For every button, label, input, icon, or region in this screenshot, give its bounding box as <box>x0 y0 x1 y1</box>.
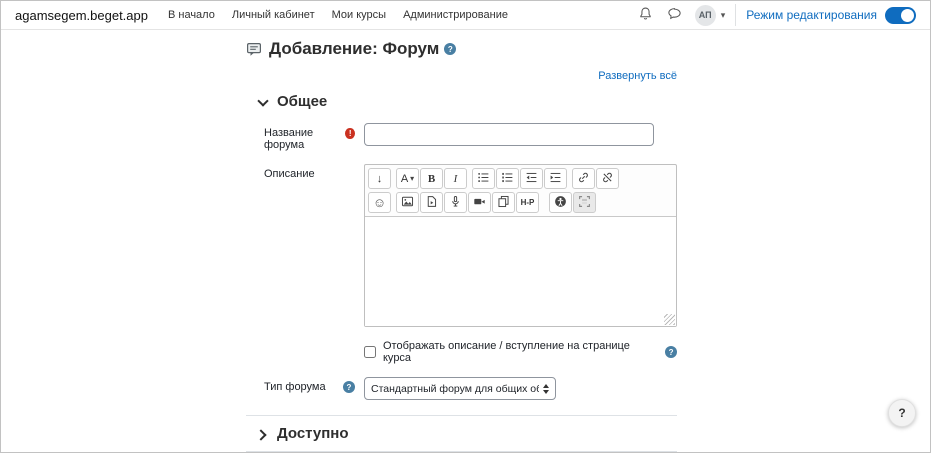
display-description-checkbox[interactable] <box>364 346 376 358</box>
italic-button[interactable]: I <box>444 168 467 189</box>
insert-image-button[interactable] <box>396 192 419 213</box>
section-header-availability[interactable]: Доступно <box>246 416 677 451</box>
forum-type-help-icon[interactable]: ? <box>343 381 355 393</box>
font-glyph: A <box>400 172 409 185</box>
navbar-right: АП ▾ Режим редактирования <box>631 4 916 26</box>
outdent-button[interactable] <box>520 168 543 189</box>
unordered-list-button[interactable] <box>472 168 495 189</box>
toolbar-row-1: ↓ A ▾ B I <box>368 168 673 189</box>
forum-name-input[interactable] <box>364 123 654 146</box>
ordered-list-icon <box>501 171 514 187</box>
primary-nav: В начало Личный кабинет Мои курсы Админи… <box>168 9 508 21</box>
indent-button[interactable] <box>544 168 567 189</box>
h5p-button[interactable]: H-P <box>516 192 539 213</box>
nav-item-administration[interactable]: Администрирование <box>403 9 508 21</box>
record-audio-button[interactable] <box>444 192 467 213</box>
page-title-text: Добавление: Форум <box>269 39 440 58</box>
forum-type-row: Тип форума ? Стандартный форум для общих… <box>246 377 677 400</box>
display-description-help-icon[interactable]: ? <box>665 346 677 358</box>
page-help-icon[interactable]: ? <box>444 43 457 55</box>
link-icon <box>577 171 590 187</box>
link-button[interactable] <box>572 168 595 189</box>
font-styles-button[interactable]: A ▾ <box>396 168 419 189</box>
forum-type-label-cell: Тип форума ? <box>264 377 364 400</box>
indent-icon <box>549 171 562 187</box>
chevron-right-icon <box>258 430 266 438</box>
user-menu-caret-icon[interactable]: ▾ <box>721 10 726 21</box>
navbar-divider <box>735 4 737 26</box>
files-icon <box>497 195 510 211</box>
forum-type-label: Тип форума <box>264 381 326 393</box>
dropdown-caret-icon: ▾ <box>410 174 415 183</box>
toolbar-row-2: ☺ H-P <box>368 192 673 213</box>
section-header-general[interactable]: Общее <box>246 93 677 110</box>
video-camera-icon <box>473 195 486 211</box>
ordered-list-button[interactable] <box>496 168 519 189</box>
manage-files-button[interactable] <box>492 192 515 213</box>
bell-icon <box>638 6 653 24</box>
accessibility-checker-button[interactable] <box>549 192 572 213</box>
collapsed-sections: Доступно Подсчет вложений и слов Подписк… <box>246 415 677 452</box>
collapse-toolbar-button[interactable]: ↓ <box>368 168 391 189</box>
display-description-row: Отображать описание / вступление на стра… <box>364 340 677 364</box>
microphone-icon <box>449 195 462 211</box>
image-icon <box>401 195 414 211</box>
record-video-button[interactable] <box>468 192 491 213</box>
editor-toolbar: ↓ A ▾ B I ☺ H-P <box>365 165 676 213</box>
media-icon <box>425 195 438 211</box>
bold-button[interactable]: B <box>420 168 443 189</box>
expand-all-row: Развернуть всё <box>246 66 677 84</box>
chevron-down-icon <box>258 98 266 106</box>
expand-all-link[interactable]: Развернуть всё <box>598 70 677 82</box>
chat-icon <box>667 6 682 24</box>
edit-mode-toggle[interactable] <box>885 6 916 24</box>
forum-name-label: Название форума <box>264 127 314 151</box>
forum-name-label-cell: Название форума ! <box>264 123 364 151</box>
screenreader-icon <box>578 195 591 211</box>
messages-button[interactable] <box>660 6 689 24</box>
required-icon: ! <box>345 128 355 139</box>
main-content: Добавление: Форум ? Развернуть всё Общее… <box>246 30 677 452</box>
outdent-icon <box>525 171 538 187</box>
screenreader-helper-button[interactable] <box>573 192 596 213</box>
description-label-cell: Описание <box>264 164 364 327</box>
nav-item-dashboard[interactable]: Личный кабинет <box>232 9 315 21</box>
forum-type-select[interactable]: Стандартный форум для общих обсуждений <box>364 377 556 400</box>
edit-mode-label: Режим редактирования <box>746 8 877 22</box>
app-window: agamsegem.beget.app В начало Личный каби… <box>0 0 931 453</box>
description-label: Описание <box>264 168 315 180</box>
display-description-label: Отображать описание / вступление на стра… <box>383 340 630 364</box>
forum-type-selected-value: Стандартный форум для общих обсуждений <box>371 382 539 395</box>
forum-icon <box>246 41 262 57</box>
resize-grip[interactable] <box>664 314 675 325</box>
section-title: Доступно <box>277 425 349 442</box>
rich-text-editor: ↓ A ▾ B I ☺ H-P <box>364 164 677 327</box>
page-title: Добавление: Форум ? <box>246 39 677 59</box>
top-navbar: agamsegem.beget.app В начало Личный каби… <box>1 1 930 30</box>
insert-media-button[interactable] <box>420 192 443 213</box>
floating-help-button[interactable]: ? <box>888 399 916 427</box>
nav-item-my-courses[interactable]: Мои курсы <box>332 9 386 21</box>
unordered-list-icon <box>477 171 490 187</box>
description-editor-area[interactable] <box>365 216 676 326</box>
accessibility-icon <box>554 195 567 211</box>
section-title: Общее <box>277 93 328 110</box>
nav-item-home[interactable]: В начало <box>168 9 215 21</box>
description-row: Описание ↓ A ▾ B I ☺ H-P <box>246 164 677 327</box>
unlink-icon <box>601 171 614 187</box>
emoticon-button[interactable]: ☺ <box>368 192 391 213</box>
notifications-button[interactable] <box>631 6 660 24</box>
site-brand[interactable]: agamsegem.beget.app <box>15 8 148 23</box>
toggle-knob <box>901 8 914 22</box>
user-avatar[interactable]: АП <box>694 4 716 26</box>
select-arrows-icon <box>543 383 549 394</box>
forum-name-row: Название форума ! <box>246 123 677 151</box>
unlink-button[interactable] <box>596 168 619 189</box>
